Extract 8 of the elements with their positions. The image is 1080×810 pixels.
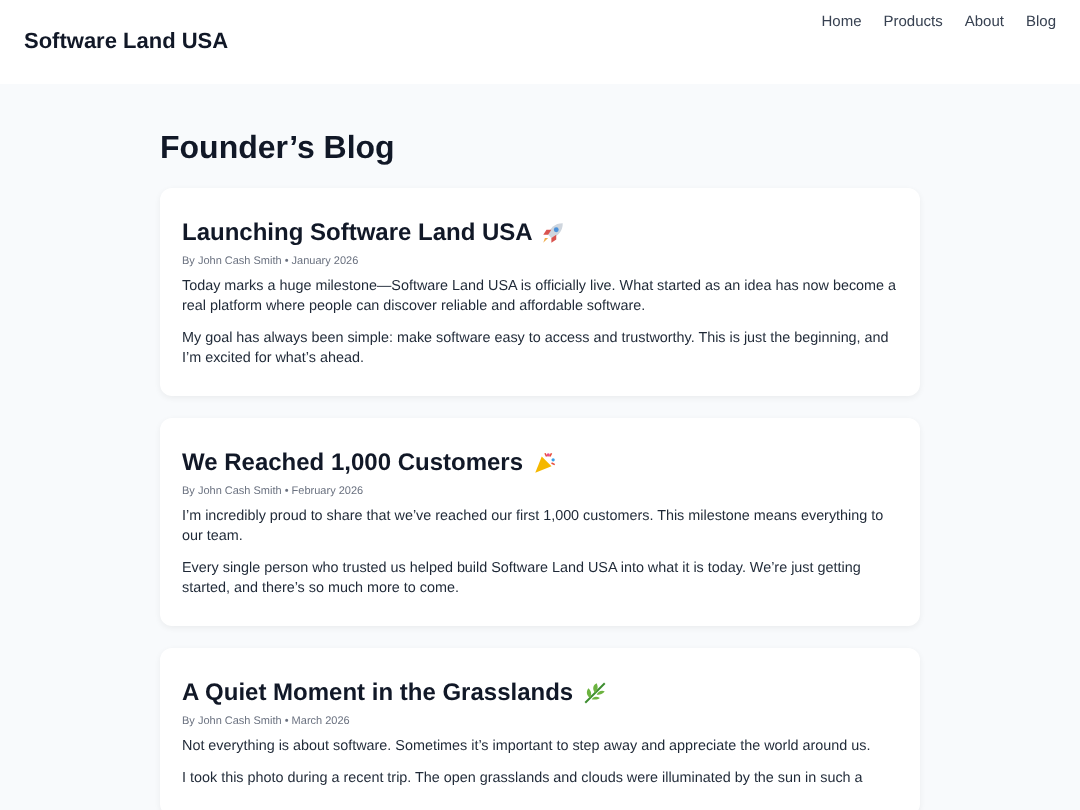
post-title: A Quiet Moment in the Grasslands bbox=[182, 678, 574, 706]
page-title: Founder’s Blog bbox=[160, 132, 397, 168]
leaf-icon bbox=[581, 679, 608, 705]
party-popper-icon bbox=[531, 449, 558, 475]
post-title: Launching Software Land USA bbox=[182, 218, 533, 246]
site-brand[interactable]: Software Land USA bbox=[24, 30, 229, 54]
rocket-icon bbox=[540, 219, 567, 245]
post-title: We Reached 1,000 Customers bbox=[182, 448, 524, 476]
